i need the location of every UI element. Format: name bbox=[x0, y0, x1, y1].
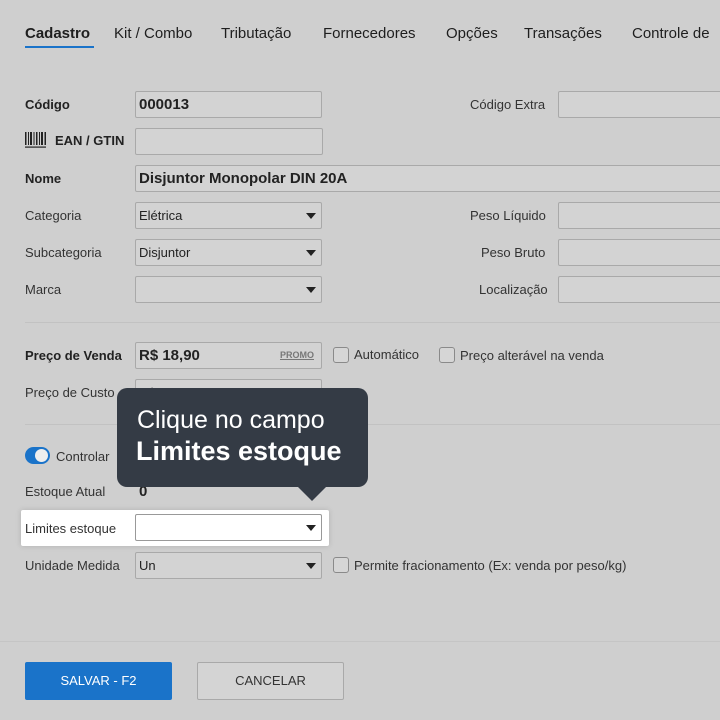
nome-label: Nome bbox=[25, 171, 62, 186]
unidade-medida-value: Un bbox=[139, 558, 156, 573]
chevron-down-icon bbox=[306, 250, 316, 256]
estoque-atual-label: Estoque Atual bbox=[25, 484, 106, 499]
peso-bruto-field[interactable] bbox=[558, 239, 720, 266]
marca-label: Marca bbox=[25, 282, 62, 297]
localizacao-field[interactable] bbox=[558, 276, 720, 303]
cancel-button[interactable]: CANCELAR bbox=[197, 662, 344, 700]
preco-venda-value: R$ 18,90 bbox=[139, 347, 200, 364]
tab-cadastro[interactable]: Cadastro bbox=[25, 25, 90, 42]
codigo-label: Código bbox=[25, 97, 70, 112]
preco-custo-label: Preço de Custo bbox=[25, 385, 115, 400]
codigo-extra-field[interactable] bbox=[558, 91, 720, 118]
barcode-icon bbox=[25, 132, 46, 148]
tooltip-line1: Clique no campo bbox=[137, 406, 325, 434]
automatico-label: Automático bbox=[354, 347, 420, 362]
ean-label: EAN / GTIN bbox=[55, 133, 125, 148]
ean-field[interactable] bbox=[135, 128, 323, 155]
chevron-down-icon bbox=[306, 213, 316, 219]
section-divider bbox=[25, 322, 720, 323]
peso-bruto-label: Peso Bruto bbox=[481, 245, 546, 260]
chevron-down-icon bbox=[306, 287, 316, 293]
guide-tooltip: Clique no campo Limites estoque bbox=[117, 388, 368, 501]
tab-fornecedores[interactable]: Fornecedores bbox=[323, 25, 416, 42]
controlar-estoque-toggle[interactable] bbox=[25, 447, 50, 464]
preco-venda-label: Preço de Venda bbox=[25, 348, 122, 363]
tooltip-line2: Limites estoque bbox=[136, 436, 342, 466]
subcategoria-label: Subcategoria bbox=[25, 245, 102, 260]
categoria-value: Elétrica bbox=[139, 208, 183, 223]
limites-estoque-select[interactable] bbox=[135, 514, 322, 541]
preco-alteravel-label: Preço alterável na venda bbox=[460, 348, 604, 363]
tab-transacoes[interactable]: Transações bbox=[524, 25, 602, 42]
categoria-select[interactable]: Elétrica bbox=[135, 202, 322, 229]
chevron-down-icon bbox=[306, 563, 316, 569]
tab-kit-combo[interactable]: Kit / Combo bbox=[114, 25, 192, 42]
subcategoria-value: Disjuntor bbox=[139, 245, 191, 260]
tab-tributacao[interactable]: Tributação bbox=[221, 25, 291, 42]
fracionamento-label: Permite fracionamento (Ex: venda por pes… bbox=[354, 558, 627, 573]
controlar-label: Controlar bbox=[56, 449, 110, 464]
subcategoria-select[interactable]: Disjuntor bbox=[135, 239, 322, 266]
limites-estoque-label: Limites estoque bbox=[25, 521, 117, 536]
unidade-medida-label: Unidade Medida bbox=[25, 558, 120, 573]
unidade-medida-select[interactable]: Un bbox=[135, 552, 322, 579]
toggle-knob bbox=[35, 449, 48, 462]
tab-controle[interactable]: Controle de bbox=[632, 25, 710, 42]
tab-bar: Cadastro Kit / Combo Tributação Forneced… bbox=[0, 0, 720, 60]
codigo-extra-label: Código Extra bbox=[470, 97, 546, 112]
peso-liquido-label: Peso Líquido bbox=[470, 208, 546, 223]
tooltip-arrow bbox=[297, 486, 327, 501]
preco-alteravel-checkbox[interactable] bbox=[439, 347, 455, 363]
preco-venda-field[interactable]: R$ 18,90 PROMO bbox=[135, 342, 322, 369]
promo-link[interactable]: PROMO bbox=[280, 343, 314, 368]
codigo-field[interactable]: 000013 bbox=[135, 91, 322, 118]
automatico-checkbox[interactable] bbox=[333, 347, 349, 363]
nome-field[interactable]: Disjuntor Monopolar DIN 20A bbox=[135, 165, 720, 192]
save-button[interactable]: SALVAR - F2 bbox=[25, 662, 172, 700]
marca-select[interactable] bbox=[135, 276, 322, 303]
categoria-label: Categoria bbox=[25, 208, 82, 223]
localizacao-label: Localização bbox=[479, 282, 548, 297]
fracionamento-checkbox[interactable] bbox=[333, 557, 349, 573]
tab-opcoes[interactable]: Opções bbox=[446, 25, 498, 42]
peso-liquido-field[interactable] bbox=[558, 202, 720, 229]
active-tab-indicator bbox=[25, 46, 94, 48]
chevron-down-icon bbox=[306, 525, 316, 531]
limites-estoque-highlight: Limites estoque bbox=[21, 510, 329, 546]
